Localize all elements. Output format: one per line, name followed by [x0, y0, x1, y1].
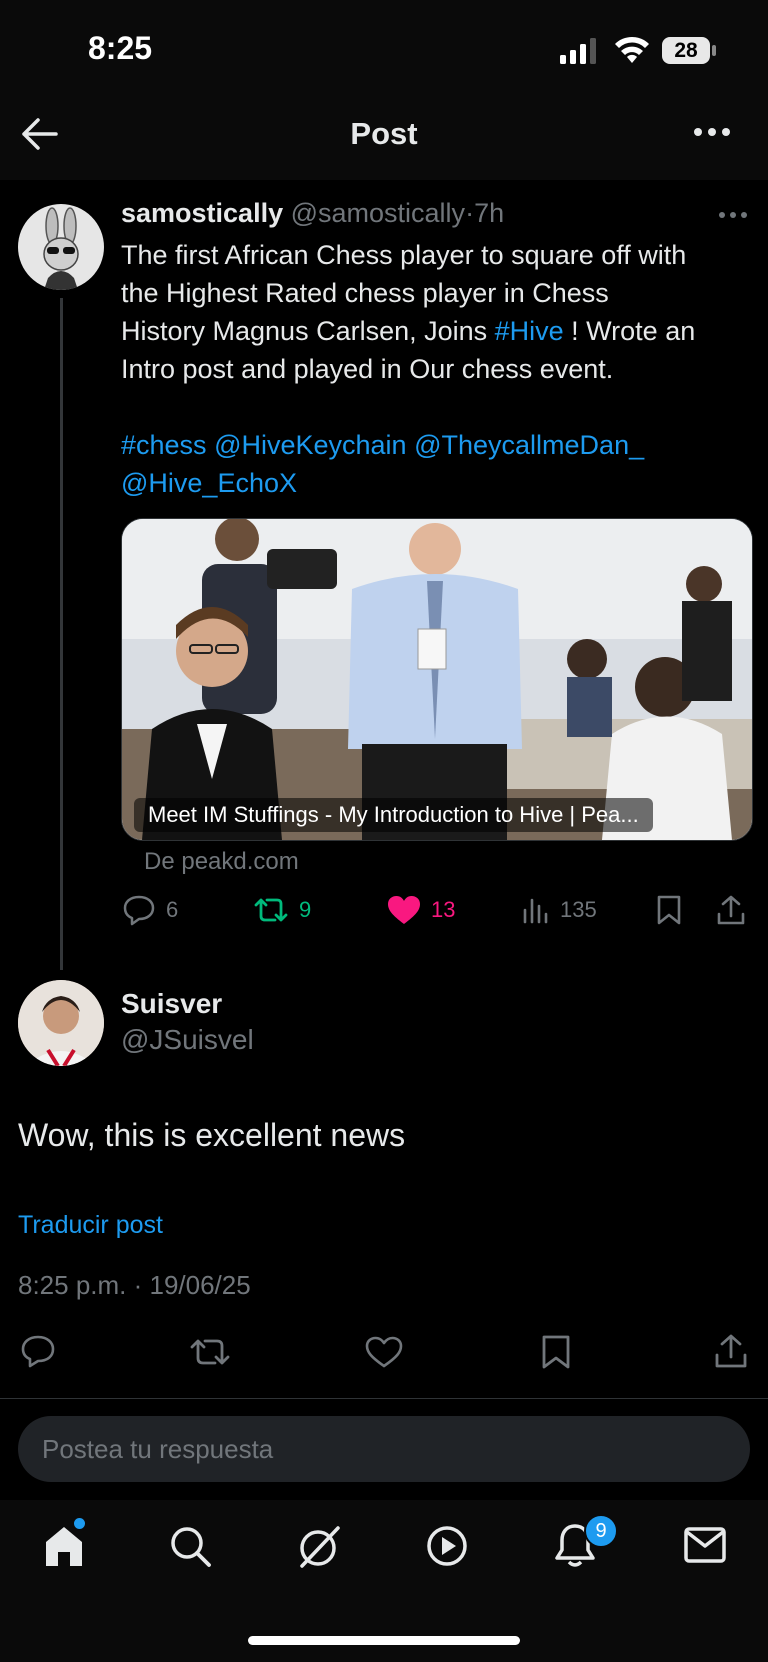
- reply-action[interactable]: 6: [122, 894, 178, 926]
- post-text-line: Intro post and played in Our chess event…: [121, 354, 614, 384]
- like-action[interactable]: 13: [387, 895, 455, 925]
- author-name[interactable]: samostically: [121, 198, 283, 228]
- page-title: Post: [350, 116, 418, 151]
- post-text: The first African Chess player to square…: [121, 236, 761, 502]
- mention-hivekeychain[interactable]: @HiveKeychain: [214, 430, 407, 460]
- mention-hive-echox[interactable]: @Hive_EchoX: [121, 468, 297, 498]
- bookmark-icon[interactable]: [656, 894, 682, 926]
- repost-action[interactable]: 9: [253, 896, 311, 924]
- translate-link[interactable]: Traducir post: [18, 1211, 163, 1240]
- time-separator: ·: [465, 198, 475, 228]
- main-author-name[interactable]: Suisver: [121, 988, 222, 1020]
- main-repost-icon[interactable]: [188, 1337, 232, 1367]
- thread-line: [60, 298, 63, 970]
- search-icon[interactable]: [168, 1524, 212, 1568]
- divider: [0, 1398, 768, 1399]
- main-author-handle[interactable]: @JSuisvel: [121, 1024, 254, 1056]
- author-handle[interactable]: @samostically: [291, 198, 465, 228]
- battery-indicator: 28: [662, 37, 710, 64]
- main-like-icon[interactable]: [365, 1336, 403, 1368]
- main-share-icon[interactable]: [713, 1333, 749, 1369]
- main-bookmark-icon[interactable]: [541, 1334, 571, 1370]
- share-icon[interactable]: [716, 894, 746, 926]
- views-chart-icon: [522, 896, 560, 924]
- views-count: 135: [560, 897, 597, 922]
- hashtag-chess[interactable]: #chess: [121, 430, 207, 460]
- avatar-samostically[interactable]: [18, 204, 104, 290]
- battery-level: 28: [674, 38, 698, 62]
- reply-placeholder: Postea tu respuesta: [42, 1434, 274, 1464]
- notifications-badge-count: 9: [595, 1519, 607, 1542]
- battery-cap: [712, 45, 716, 56]
- post-timestamp: 8:25 p.m. · 19/06/25: [18, 1270, 251, 1300]
- post-text-segment: History Magnus Carlsen, Joins: [121, 316, 495, 346]
- notifications-badge: 9: [584, 1514, 618, 1548]
- main-post-text: Wow, this is excellent news: [18, 1117, 406, 1153]
- hashtag-hive[interactable]: #Hive: [495, 316, 564, 346]
- repost-count: 9: [299, 897, 312, 922]
- card-source[interactable]: De peakd.com: [144, 848, 299, 876]
- wifi-icon: [614, 36, 650, 64]
- post-author-row: samostically @samostically·7h: [121, 198, 504, 229]
- card-photo: [122, 519, 752, 840]
- more-options-icon[interactable]: [692, 126, 732, 138]
- reply-icon: [122, 894, 166, 926]
- heart-filled-icon: [387, 895, 431, 925]
- mail-icon[interactable]: [683, 1526, 727, 1564]
- card-caption: Meet IM Stuffings - My Introduction to H…: [134, 798, 653, 832]
- post-more-icon[interactable]: [718, 210, 748, 220]
- repost-icon: [253, 896, 299, 924]
- views-action[interactable]: 135: [522, 896, 597, 924]
- tags-line: @Hive_EchoX: [121, 464, 761, 502]
- post-text-line: The first African Chess player to square…: [121, 240, 687, 270]
- cellular-signal-icon: [560, 38, 598, 64]
- grok-icon[interactable]: [296, 1524, 342, 1570]
- status-time: 8:25: [88, 30, 153, 66]
- post-text-line: History Magnus Carlsen, Joins #Hive ! Wr…: [121, 312, 761, 350]
- mention-theycallmedan[interactable]: @TheycallmeDan_: [414, 430, 644, 460]
- main-reply-icon[interactable]: [20, 1334, 56, 1368]
- reply-count: 6: [166, 897, 179, 922]
- post-time-ago: 7h: [474, 198, 505, 228]
- post-text-segment: ! Wrote an: [563, 316, 696, 346]
- link-card[interactable]: Meet IM Stuffings - My Introduction to H…: [121, 518, 753, 841]
- like-count: 13: [431, 897, 456, 922]
- home-indicator: [248, 1636, 520, 1645]
- video-icon[interactable]: [425, 1524, 469, 1568]
- home-icon[interactable]: [42, 1524, 86, 1568]
- post-text-line: the Highest Rated chess player in Chess: [121, 278, 609, 308]
- avatar-suisver[interactable]: [18, 980, 104, 1066]
- home-unread-dot: [74, 1518, 85, 1529]
- tags-line: #chess @HiveKeychain @TheycallmeDan_: [121, 426, 761, 464]
